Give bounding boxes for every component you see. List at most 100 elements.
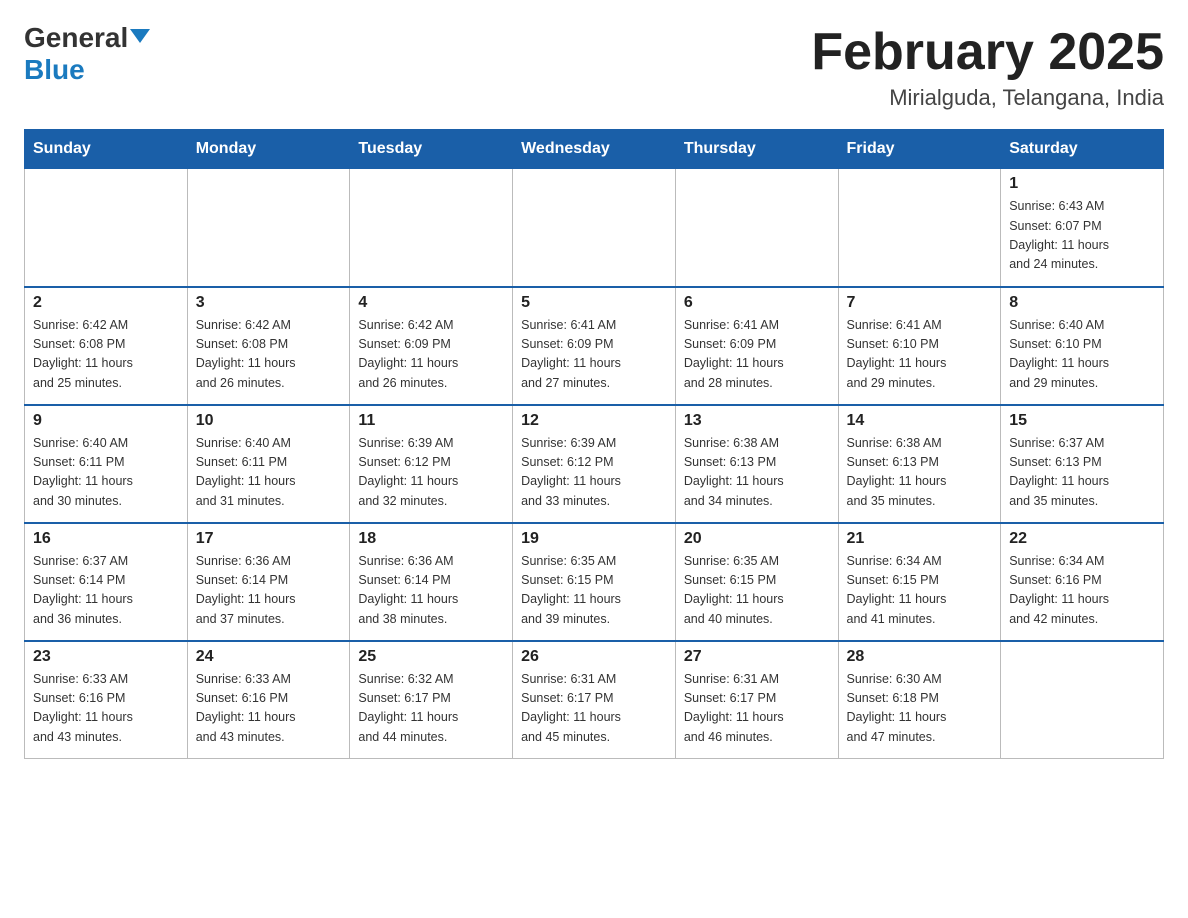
day-info: Sunrise: 6:38 AMSunset: 6:13 PMDaylight:… [847,434,993,512]
day-info: Sunrise: 6:31 AMSunset: 6:17 PMDaylight:… [684,670,830,748]
calendar-cell: 19Sunrise: 6:35 AMSunset: 6:15 PMDayligh… [513,523,676,641]
day-number: 26 [521,648,667,666]
day-number: 10 [196,412,342,430]
calendar-cell: 8Sunrise: 6:40 AMSunset: 6:10 PMDaylight… [1001,287,1164,405]
calendar-cell: 3 Sunrise: 6:42 AMSunset: 6:08 PMDaylight… [187,287,350,405]
title-block: February 2025 Mirialguda, Telangana, Ind… [811,24,1164,111]
page-header: General Blue February 2025 Mirialguda, T… [24,24,1164,111]
day-info: Sunrise: 6:41 AMSunset: 6:10 PMDaylight:… [847,316,993,394]
logo-line2: Blue [24,54,85,86]
day-number: 2 [33,294,179,312]
day-number: 13 [684,412,830,430]
day-number: 28 [847,648,993,666]
calendar-cell: 18 Sunrise: 6:36 AMSunset: 6:14 PMDayligh… [350,523,513,641]
calendar-cell: 27 Sunrise: 6:31 AMSunset: 6:17 PMDayligh… [675,641,838,759]
day-info: Sunrise: 6:42 AMSunset: 6:09 PMDaylight:… [358,316,504,394]
calendar-cell: 21 Sunrise: 6:34 AMSunset: 6:15 PMDayligh… [838,523,1001,641]
day-info: Sunrise: 6:38 AMSunset: 6:13 PMDaylight:… [684,434,830,512]
calendar-cell [675,169,838,287]
day-number: 6 [684,294,830,312]
calendar-cell: 24 Sunrise: 6:33 AMSunset: 6:16 PMDayligh… [187,641,350,759]
calendar-cell: 10 Sunrise: 6:40 AMSunset: 6:11 PMDayligh… [187,405,350,523]
calendar-week-row: 23Sunrise: 6:33 AMSunset: 6:16 PMDayligh… [25,641,1164,759]
day-info: Sunrise: 6:33 AMSunset: 6:16 PMDaylight:… [196,670,342,748]
calendar-cell: 17 Sunrise: 6:36 AMSunset: 6:14 PMDayligh… [187,523,350,641]
day-info: Sunrise: 6:37 AMSunset: 6:14 PMDaylight:… [33,552,179,630]
day-number: 4 [358,294,504,312]
calendar-cell: 28 Sunrise: 6:30 AMSunset: 6:18 PMDayligh… [838,641,1001,759]
day-number: 25 [358,648,504,666]
day-number: 11 [358,412,504,430]
day-number: 17 [196,530,342,548]
calendar-cell [25,169,188,287]
header-tuesday: Tuesday [350,130,513,169]
day-info: Sunrise: 6:36 AMSunset: 6:14 PMDaylight:… [196,552,342,630]
calendar-cell: 2 Sunrise: 6:42 AMSunset: 6:08 PMDaylight… [25,287,188,405]
calendar-cell: 14Sunrise: 6:38 AMSunset: 6:13 PMDayligh… [838,405,1001,523]
calendar-cell: 20 Sunrise: 6:35 AMSunset: 6:15 PMDayligh… [675,523,838,641]
calendar-cell [838,169,1001,287]
day-info: Sunrise: 6:36 AMSunset: 6:14 PMDaylight:… [358,552,504,630]
calendar-cell: 22 Sunrise: 6:34 AMSunset: 6:16 PMDayligh… [1001,523,1164,641]
calendar-week-row: 9 Sunrise: 6:40 AMSunset: 6:11 PMDaylight… [25,405,1164,523]
day-info: Sunrise: 6:42 AMSunset: 6:08 PMDaylight:… [196,316,342,394]
day-number: 5 [521,294,667,312]
calendar-week-row: 2 Sunrise: 6:42 AMSunset: 6:08 PMDaylight… [25,287,1164,405]
day-number: 20 [684,530,830,548]
day-info: Sunrise: 6:41 AMSunset: 6:09 PMDaylight:… [521,316,667,394]
day-number: 27 [684,648,830,666]
day-number: 1 [1009,175,1155,193]
weekday-header-row: Sunday Monday Tuesday Wednesday Thursday… [25,130,1164,169]
calendar-cell: 7 Sunrise: 6:41 AMSunset: 6:10 PMDaylight… [838,287,1001,405]
day-info: Sunrise: 6:37 AMSunset: 6:13 PMDaylight:… [1009,434,1155,512]
header-thursday: Thursday [675,130,838,169]
day-number: 21 [847,530,993,548]
day-info: Sunrise: 6:39 AMSunset: 6:12 PMDaylight:… [358,434,504,512]
logo: General Blue [24,24,150,86]
month-title: February 2025 [811,24,1164,81]
header-friday: Friday [838,130,1001,169]
location-title: Mirialguda, Telangana, India [811,85,1164,111]
day-number: 3 [196,294,342,312]
day-info: Sunrise: 6:34 AMSunset: 6:16 PMDaylight:… [1009,552,1155,630]
day-info: Sunrise: 6:32 AMSunset: 6:17 PMDaylight:… [358,670,504,748]
calendar-cell [350,169,513,287]
calendar-cell: 23Sunrise: 6:33 AMSunset: 6:16 PMDayligh… [25,641,188,759]
day-info: Sunrise: 6:42 AMSunset: 6:08 PMDaylight:… [33,316,179,394]
day-info: Sunrise: 6:34 AMSunset: 6:15 PMDaylight:… [847,552,993,630]
calendar-cell: 9 Sunrise: 6:40 AMSunset: 6:11 PMDaylight… [25,405,188,523]
header-sunday: Sunday [25,130,188,169]
calendar-cell [513,169,676,287]
day-number: 16 [33,530,179,548]
calendar-cell: 16 Sunrise: 6:37 AMSunset: 6:14 PMDayligh… [25,523,188,641]
calendar-table: Sunday Monday Tuesday Wednesday Thursday… [24,129,1164,759]
day-info: Sunrise: 6:40 AMSunset: 6:10 PMDaylight:… [1009,316,1155,394]
day-info: Sunrise: 6:39 AMSunset: 6:12 PMDaylight:… [521,434,667,512]
day-info: Sunrise: 6:30 AMSunset: 6:18 PMDaylight:… [847,670,993,748]
day-number: 19 [521,530,667,548]
day-number: 24 [196,648,342,666]
day-info: Sunrise: 6:43 AMSunset: 6:07 PMDaylight:… [1009,197,1155,275]
day-number: 18 [358,530,504,548]
logo-triangle-icon [130,29,150,43]
day-number: 9 [33,412,179,430]
day-number: 12 [521,412,667,430]
calendar-cell: 11 Sunrise: 6:39 AMSunset: 6:12 PMDayligh… [350,405,513,523]
day-info: Sunrise: 6:33 AMSunset: 6:16 PMDaylight:… [33,670,179,748]
day-number: 7 [847,294,993,312]
day-info: Sunrise: 6:31 AMSunset: 6:17 PMDaylight:… [521,670,667,748]
logo-line1: General [24,24,150,52]
day-number: 22 [1009,530,1155,548]
header-saturday: Saturday [1001,130,1164,169]
calendar-cell: 4 Sunrise: 6:42 AMSunset: 6:09 PMDaylight… [350,287,513,405]
calendar-cell: 15 Sunrise: 6:37 AMSunset: 6:13 PMDayligh… [1001,405,1164,523]
calendar-cell [187,169,350,287]
day-info: Sunrise: 6:40 AMSunset: 6:11 PMDaylight:… [196,434,342,512]
calendar-cell: 13 Sunrise: 6:38 AMSunset: 6:13 PMDayligh… [675,405,838,523]
calendar-cell: 26 Sunrise: 6:31 AMSunset: 6:17 PMDayligh… [513,641,676,759]
day-info: Sunrise: 6:35 AMSunset: 6:15 PMDaylight:… [684,552,830,630]
calendar-week-row: 1 Sunrise: 6:43 AMSunset: 6:07 PMDaylight… [25,169,1164,287]
calendar-cell: 1 Sunrise: 6:43 AMSunset: 6:07 PMDaylight… [1001,169,1164,287]
day-number: 15 [1009,412,1155,430]
day-info: Sunrise: 6:40 AMSunset: 6:11 PMDaylight:… [33,434,179,512]
